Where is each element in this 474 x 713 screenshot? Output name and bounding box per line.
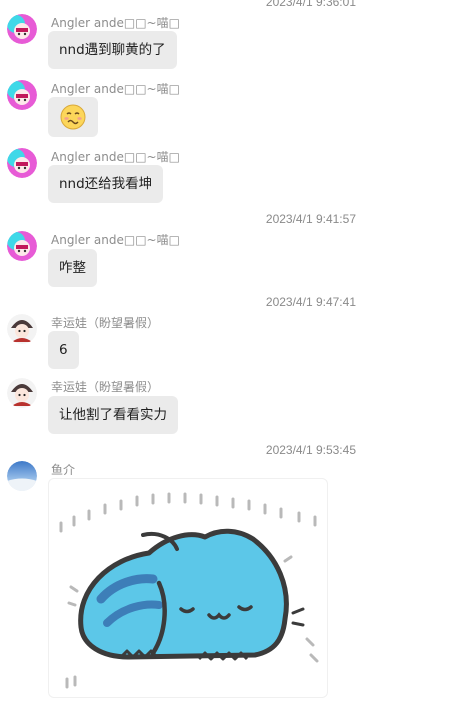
sender-name: 幸运娃（盼望暑假） <box>51 316 160 330</box>
sender-name: Angler ande□□~喵□ <box>51 150 180 164</box>
chat-message: 幸运娃（盼望暑假） 6 <box>0 314 474 370</box>
sender-name: Angler ande□□~喵□ <box>51 82 180 96</box>
sender-name: 幸运娃（盼望暑假） <box>51 380 160 394</box>
chat-message-list[interactable]: 2023/4/1 9:36:01 Angler ande□□~喵□ nnd遇到聊… <box>0 0 474 713</box>
avatar[interactable] <box>7 231 37 261</box>
chat-message: Angler ande□□~喵□ nnd遇到聊黄的了 <box>0 14 474 70</box>
image-message[interactable] <box>48 478 328 698</box>
timestamp: 2023/4/1 9:53:45 <box>265 443 356 457</box>
message-bubble[interactable]: 6 <box>48 331 79 369</box>
avatar[interactable] <box>7 461 37 491</box>
woozy-face-emoji <box>60 104 86 130</box>
timestamp: 2023/4/1 9:41:57 <box>265 212 356 226</box>
chat-message: 幸运娃（盼望暑假） 让他割了看看实力 <box>0 378 474 434</box>
sender-name: Angler ande□□~喵□ <box>51 233 180 247</box>
avatar[interactable] <box>7 148 37 178</box>
avatar[interactable] <box>7 378 37 408</box>
message-bubble[interactable]: nnd还给我看坤 <box>48 165 164 203</box>
message-bubble[interactable]: 咋整 <box>48 249 97 287</box>
avatar[interactable] <box>7 314 37 344</box>
sender-name: Angler ande□□~喵□ <box>51 16 180 30</box>
timestamp: 2023/4/1 9:36:01 <box>265 0 356 9</box>
message-bubble[interactable]: nnd遇到聊黄的了 <box>48 31 177 69</box>
sender-name: 鱼介 <box>51 463 76 477</box>
chat-message: Angler ande□□~喵□ <box>0 80 474 140</box>
chat-message: Angler ande□□~喵□ nnd还给我看坤 <box>0 148 474 204</box>
message-bubble[interactable]: 让他割了看看实力 <box>48 396 178 434</box>
chat-message: 鱼介 <box>0 461 474 706</box>
timestamp: 2023/4/1 9:47:41 <box>265 295 356 309</box>
emoji-message-bubble[interactable] <box>48 97 98 137</box>
avatar[interactable] <box>7 14 37 44</box>
avatar[interactable] <box>7 80 37 110</box>
chat-message: Angler ande□□~喵□ 咋整 <box>0 231 474 287</box>
blue-cat-sticker <box>59 492 319 689</box>
